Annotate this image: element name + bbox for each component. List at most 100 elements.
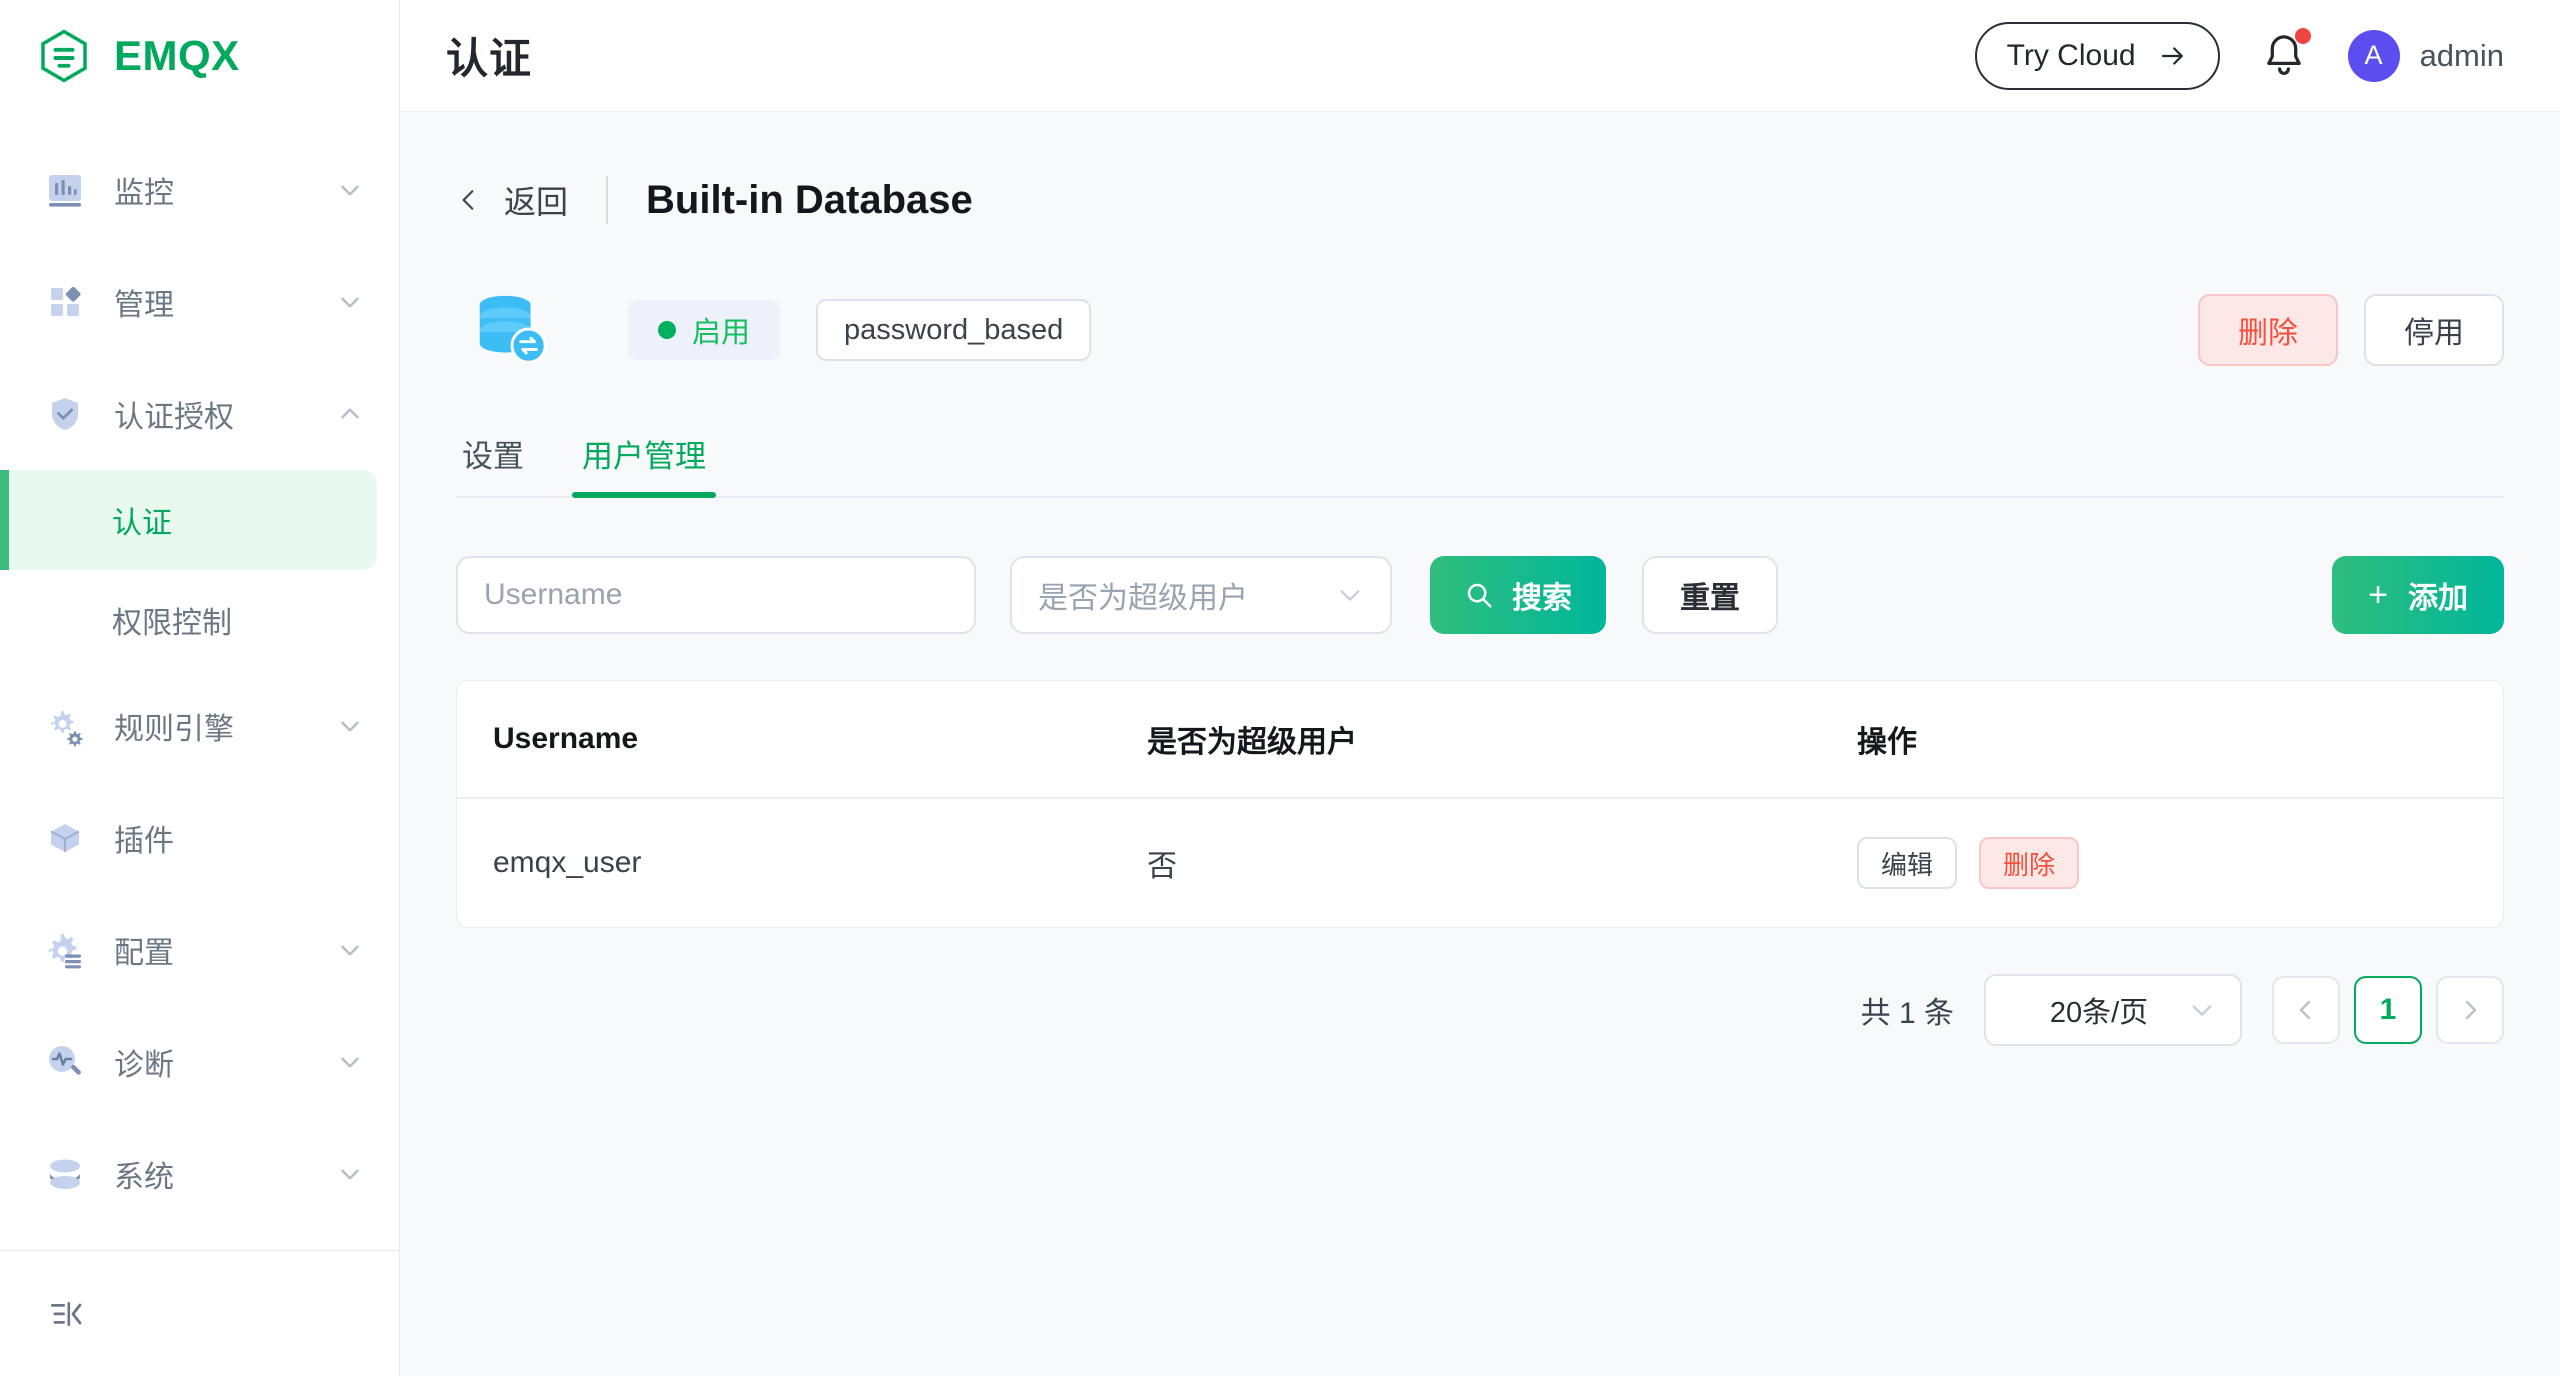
collapse-sidebar-icon[interactable] [44,1291,90,1337]
column-header-operations: 操作 [1857,681,2503,799]
tab-settings[interactable]: 设置 [456,431,530,496]
search-icon [1467,583,1492,608]
breadcrumb: 返回 Built-in Database [456,168,2504,232]
status-dot [658,321,676,339]
search-button[interactable]: 搜索 [1430,556,1606,634]
gears-icon [51,711,83,747]
content: 返回 Built-in Database 启用 password_based 删… [400,112,2560,1376]
page-title: Built-in Database [646,177,973,222]
chevron-down-icon [341,1057,359,1068]
topbar-actions: Try Cloud A admin [1974,21,2504,90]
chevron-down-icon [341,1169,359,1180]
sidebar-item-system[interactable]: 系统 [0,1118,399,1230]
page-size-value: 20条/页 [2049,997,2149,1029]
search-input[interactable] [456,556,976,634]
chevron-left-icon [2299,1000,2311,1020]
auth-type-tag: password_based [816,299,1092,361]
sidebar-subitem-authorization[interactable]: 权限控制 [0,570,377,670]
column-header-superuser: 是否为超级用户 [1147,681,1857,799]
edit-row-button[interactable]: 编辑 [1857,837,1958,889]
status-label: 启用 [692,317,751,349]
sidebar-item-label: 规则引擎 [114,713,234,746]
sidebar-item-label: 诊断 [114,1049,174,1082]
sidebar-item-label: 认证授权 [114,401,234,434]
superuser-select-value: 是否为超级用户 [1038,582,1248,615]
sidebar-subitem-label: 认证 [112,507,172,540]
cube-icon [50,824,80,852]
sidebar-item-monitoring[interactable]: 监控 [0,134,399,246]
chevron-down-icon [1340,590,1360,601]
sidebar-item-configuration[interactable]: 配置 [0,894,399,1006]
brand-name: EMQX [114,32,240,79]
sidebar-subitem-label: 权限控制 [112,607,232,640]
filter-bar: 是否为超级用户 搜索 重置 + 添加 [456,556,2504,634]
page-number-1[interactable]: 1 [2354,976,2422,1044]
chevron-left-icon [462,190,474,210]
chevron-down-icon [341,721,359,732]
reset-button[interactable]: 重置 [1642,556,1778,634]
plus-icon: + [2368,576,2388,614]
page-size-select[interactable]: 20条/页 [1984,974,2242,1046]
avatar: A [2347,29,2400,82]
sidebar-item-plugins[interactable]: 插件 [0,782,399,894]
sidebar-item-label: 系统 [114,1161,174,1194]
gear-lines-icon [49,934,81,969]
brand[interactable]: EMQX [0,0,399,112]
cell-username: emqx_user [493,846,642,879]
add-button-label: 添加 [2408,582,2468,615]
chevron-down-icon [341,297,359,308]
layers-icon [50,1159,80,1189]
breadcrumb-divider [606,176,609,224]
superuser-select[interactable]: 是否为超级用户 [1010,556,1392,634]
prev-page-button[interactable] [2272,976,2340,1044]
notification-dot [2294,27,2311,44]
sidebar-subitem-authentication[interactable]: 认证 [0,470,377,570]
table-row: emqx_user 否 编辑 删除 [457,798,2503,927]
sidebar-nav: 监控 管理 认证授权 认证 权限控制 规则引擎 插件 配置 诊断 系统 [0,112,399,1250]
resource-status-row: 启用 password_based 删除 停用 [456,288,2504,372]
sidebar-item-label: 插件 [114,825,174,858]
try-cloud-button[interactable]: Try Cloud [1974,21,2220,90]
delete-resource-button[interactable]: 删除 [2198,294,2338,366]
sidebar-item-label: 管理 [114,289,174,322]
row-actions: 编辑 删除 [1857,837,2503,889]
app-root: EMQX 监控 管理 认证授权 认证 权限控制 规则引擎 插件 配置 诊断 系统… [0,0,2560,1376]
back-label: 返回 [504,184,569,220]
sidebar: EMQX 监控 管理 认证授权 认证 权限控制 规则引擎 插件 配置 诊断 系统 [0,0,400,1376]
main-area: 认证 Try Cloud A admin 返回 Built-in Databas… [400,0,2560,1376]
sidebar-item-label: 监控 [114,177,174,210]
grid-diamond-icon [51,286,81,316]
sidebar-footer [0,1250,399,1376]
table-header-row: Username 是否为超级用户 操作 [457,681,2503,799]
database-sync-icon [479,295,547,364]
arrow-right-icon [2161,46,2183,65]
add-user-button[interactable]: + 添加 [2332,556,2504,634]
shield-check-icon [52,398,78,430]
next-page-button[interactable] [2436,976,2504,1044]
chevron-right-icon [2465,1000,2477,1020]
chevron-down-icon [2192,1005,2212,1016]
chevron-down-icon [341,945,359,956]
chart-bar-icon [49,175,81,207]
tab-user-management[interactable]: 用户管理 [572,431,716,498]
sidebar-item-auth[interactable]: 认证授权 [0,358,399,470]
sidebar-item-diagnostics[interactable]: 诊断 [0,1006,399,1118]
back-button[interactable]: 返回 [456,177,568,223]
sidebar-item-label: 配置 [114,937,174,970]
users-table: Username 是否为超级用户 操作 emqx_user 否 编辑 删除 [456,680,2504,928]
topbar: 认证 Try Cloud A admin [400,0,2560,112]
delete-row-button[interactable]: 删除 [1979,837,2080,889]
try-cloud-label: Try Cloud [2006,38,2136,72]
user-name: admin [2419,37,2504,73]
page-header-title: 认证 [446,35,533,82]
stop-resource-button[interactable]: 停用 [2364,294,2504,366]
emqx-hexagon-logo [41,29,87,83]
cell-superuser: 否 [1147,850,1177,883]
pagination: 共 1 条 20条/页 1 [456,974,2504,1046]
sidebar-item-rule-engine[interactable]: 规则引擎 [0,670,399,782]
cell-operations: 编辑 删除 [1857,798,2503,927]
status-badge: 启用 [628,300,781,360]
user-menu[interactable]: A admin [2347,29,2504,82]
sidebar-item-management[interactable]: 管理 [0,246,399,358]
notifications-button[interactable] [2258,27,2311,82]
